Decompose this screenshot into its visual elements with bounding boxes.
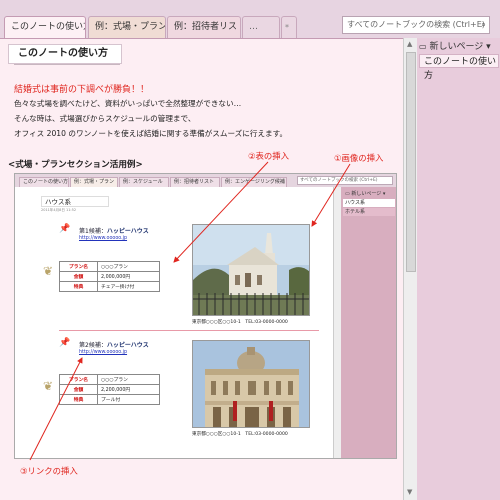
page-title[interactable]: このノートの使い方 [8,44,122,64]
page-list-item[interactable]: このノートの使い方 [419,54,499,81]
table-value: 2,000,000円 [97,271,160,282]
scroll-down-icon[interactable]: ▼ [407,488,412,496]
scroll-thumb[interactable] [406,52,416,272]
table-row: プラン名 ○○○プラン [59,261,160,272]
new-page-label: 新しいページ ▾ [429,42,491,52]
callout-image: ①画像の挿入 [334,153,384,163]
search-icon[interactable]: ⌕ [481,17,486,33]
callout-link: ③リンクの挿入 [20,466,78,476]
example-new-page-label: 新しいページ [351,191,382,197]
venue-candidate: 第1候補： [79,228,107,235]
venue-name: ハッピーハウス [106,228,149,235]
table-row: 特典 チェアー掛け付 [59,281,160,292]
table-key: プラン名 [59,374,98,385]
building-photo [192,340,310,428]
venue-link: http://www.ooooo.jp [79,236,128,241]
venue-candidate: 第2候補： [79,342,107,349]
example-search-box: すべてのノートブックの検索 (Ctrl+E) [297,176,393,185]
venue-link: http://www.ooooo.jp [79,350,128,355]
example-new-page: ▭ 新しいページ ▾ [345,191,386,197]
example-tab: 例：スケジュール [119,177,169,187]
scroll-up-icon[interactable]: ▲ [407,40,412,48]
table-key: 特典 [59,281,98,292]
table-row: 特典 プール付 [59,394,160,405]
tab-how-to-use[interactable]: このノートの使い方 [4,16,86,38]
table-key: 金額 [59,271,98,282]
venue-address: 東京都○○○区○○10-1 TEL:03-0000-0000 [192,432,288,437]
table-value: プール付 [97,394,160,405]
venue-heading: 第1候補：ハッピーハウス [79,226,149,235]
title-divider [14,64,120,65]
example-page-title: ハウス系 [41,196,109,207]
tab-venue-plan[interactable]: 例：式場・プラン [88,16,166,38]
table-value: 2,200,000円 [97,384,160,395]
table-row: 金額 2,200,000円 [59,384,160,395]
table-row: 金額 2,000,000円 [59,271,160,282]
example-page-date: 2011年4月8日 11:52 [41,208,77,212]
table-key: 特典 [59,394,98,405]
tab-new-section[interactable]: * [281,16,297,38]
venue-name: ハッピーハウス [106,342,149,349]
table-value: ○○○プラン [97,261,160,272]
section-tab-bar: このノートの使い方 例：式場・プラン 例：招待者リスト … * すべてのノートブ… [0,0,500,38]
search-box[interactable]: すべてのノートブックの検索 (Ctrl+E) ⌕ [342,16,490,34]
church-photo [192,224,310,316]
example-tab: 例：式場・プラン [70,177,118,187]
flourish-icon: ❦ [43,264,54,278]
venue-heading: 第2候補：ハッピーハウス [79,340,149,349]
flourish-icon: ❦ [43,379,54,393]
example-screenshot: このノートの使い方 例：式場・プラン 例：スケジュール 例：招待者リスト 例：エ… [14,173,397,459]
example-tab-bar: このノートの使い方 例：式場・プラン 例：スケジュール 例：招待者リスト 例：エ… [15,174,396,187]
example-page-item: ホテル系 [343,208,395,216]
example-page-pane: ▭ 新しいページ ▾ ハウス系 ホテル系 [341,187,396,458]
tab-more[interactable]: … [242,16,280,38]
example-page-item: ハウス系 [343,199,395,207]
table-value: チェアー掛け付 [97,281,160,292]
table-key: プラン名 [59,261,98,272]
pin-icon: 📌 [59,224,71,234]
example-tab: このノートの使い方 [19,177,69,187]
table-value: ○○○プラン [97,374,160,385]
venue-table: プラン名 ○○○プラン 金額 2,000,000円 特典 チェアー掛け付 [59,261,160,292]
search-placeholder: すべてのノートブックの検索 (Ctrl+E) [347,20,485,29]
section-title: <式場・プランセクション活用例> [8,160,143,170]
intro-line-3: オフィス 2010 のワンノートを使えば結婚に関する準備がスムーズに行えます。 [14,129,288,138]
pin-icon: 📌 [59,338,71,348]
new-page-button[interactable]: ▭ 新しいページ ▾ [419,40,499,54]
callout-table: ②表の挿入 [248,151,290,161]
venue-divider [59,330,319,331]
example-tab: 例：招待者リスト [170,177,220,187]
venue-table: プラン名 ○○○プラン 金額 2,200,000円 特典 プール付 [59,374,160,405]
example-scrollbar [333,187,341,458]
intro-line-1: 色々な式場を調べたけど、資料がいっぱいで全然整理ができない… [14,99,242,108]
example-tab: 例：エンゲージリング候補 [221,177,287,187]
vertical-scrollbar[interactable]: ▲ ▼ [403,38,417,500]
table-key: 金額 [59,384,98,395]
headline: 結婚式は事前の下調べが勝負！！ [14,85,150,95]
page-list-pane: ▭ 新しいページ ▾ このノートの使い方 [417,38,500,500]
table-row: プラン名 ○○○プラン [59,374,160,385]
venue-address: 東京都○○○区○○10-1 TEL:03-0000-0000 [192,320,288,325]
intro-line-2: そんな時は、式場選びからスケジュールの管理まで、 [14,114,196,123]
new-page-icon: ▭ [419,42,427,51]
tab-guest-list[interactable]: 例：招待者リスト [167,16,241,38]
